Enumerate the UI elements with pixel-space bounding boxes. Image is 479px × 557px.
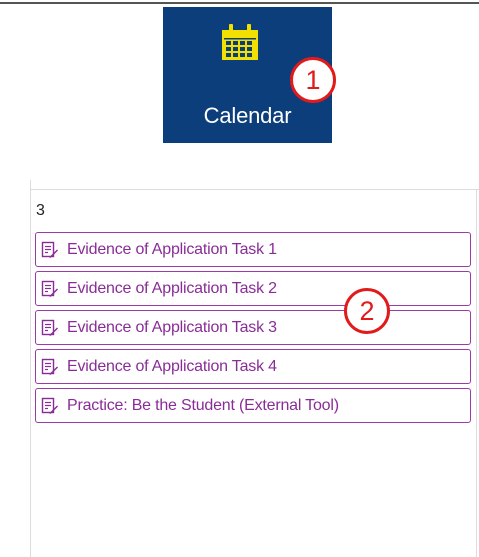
calendar-nav-label: Calendar — [203, 103, 292, 128]
calendar-event-title: Evidence of Application Task 4 — [67, 357, 277, 375]
callout-marker-1: 1 — [290, 57, 336, 103]
calendar-event-title: Practice: Be the Student (External Tool) — [67, 396, 339, 414]
calendar-event-item[interactable]: Evidence of Application Task 2 — [35, 271, 471, 306]
assignment-icon — [41, 280, 58, 297]
calendar-event-title: Evidence of Application Task 3 — [67, 318, 277, 336]
calendar-day-events: Evidence of Application Task 1 Evidence … — [35, 232, 471, 427]
calendar-day-number: 3 — [36, 202, 45, 219]
assignment-icon — [41, 358, 58, 375]
top-divider — [0, 2, 479, 4]
assignment-icon — [41, 241, 58, 258]
calendar-event-item[interactable]: Practice: Be the Student (External Tool) — [35, 388, 471, 423]
assignment-icon — [41, 397, 58, 414]
calendar-column-divider-right — [476, 189, 477, 557]
callout-marker-2: 2 — [344, 288, 390, 334]
assignment-icon — [41, 319, 58, 336]
calendar-icon — [219, 23, 261, 66]
calendar-event-title: Evidence of Application Task 2 — [67, 279, 277, 297]
calendar-column-divider-left — [30, 180, 31, 557]
calendar-event-title: Evidence of Application Task 1 — [67, 240, 277, 258]
calendar-event-item[interactable]: Evidence of Application Task 3 — [35, 310, 471, 345]
calendar-event-item[interactable]: Evidence of Application Task 4 — [35, 349, 471, 384]
calendar-event-item[interactable]: Evidence of Application Task 1 — [35, 232, 471, 267]
calendar-row-divider — [30, 189, 479, 190]
